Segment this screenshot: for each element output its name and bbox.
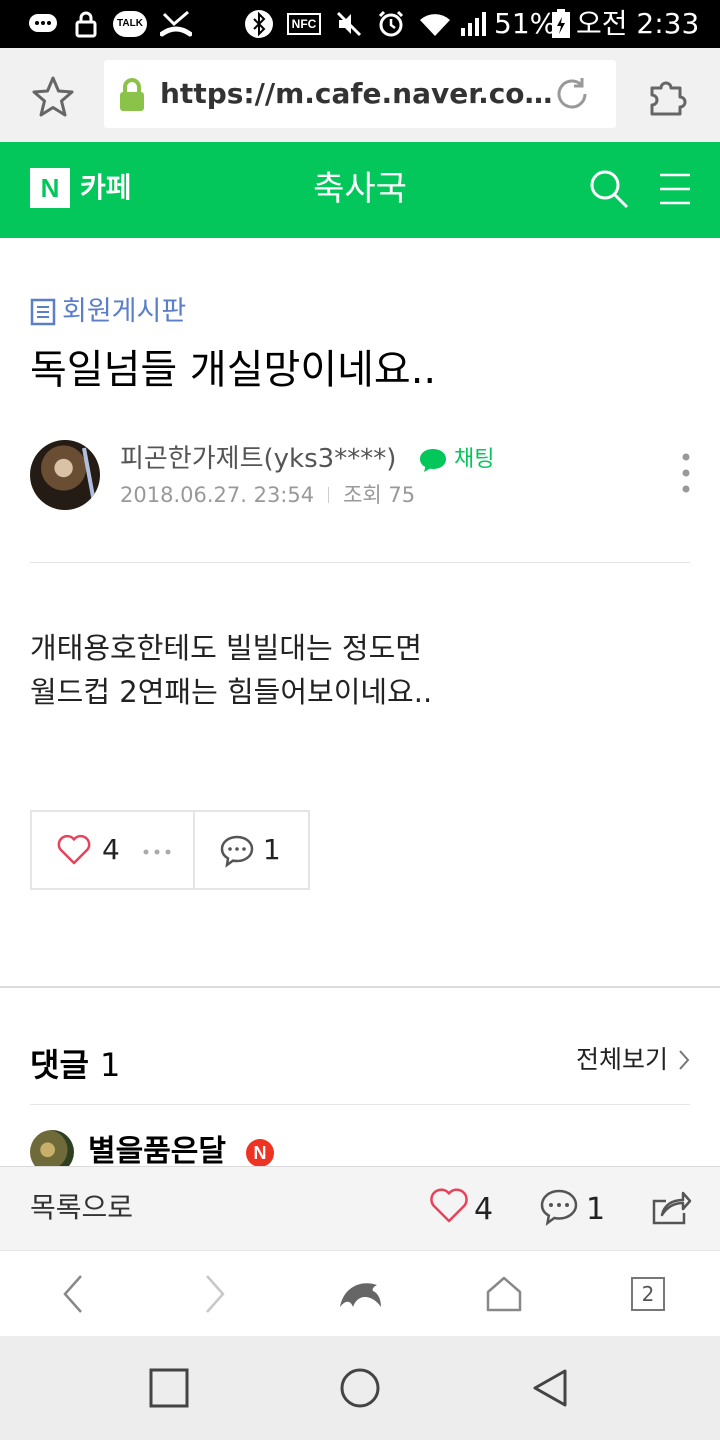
browser-nav-bar: 2 <box>0 1250 720 1336</box>
chevron-right-icon <box>679 1050 690 1070</box>
forward-arrow-icon[interactable] <box>198 1269 232 1319</box>
back-triangle-icon[interactable] <box>530 1364 570 1412</box>
view-all-label[interactable]: 전체보기 <box>576 1042 668 1078</box>
browser-toolbar: https://m.cafe.naver.co… <box>0 48 720 142</box>
author-name[interactable]: 피곤한가제트(yks3****) <box>120 442 396 476</box>
secure-lock-icon <box>118 78 146 112</box>
comment-icon <box>540 1189 578 1226</box>
heart-icon <box>430 1188 468 1223</box>
clock: 오전 2:33 <box>576 7 700 40</box>
status-bar: TALK NFC 51% 오전 2:33 <box>0 0 720 48</box>
wifi-icon <box>418 8 452 40</box>
chat-bubble-icon <box>28 8 58 40</box>
share-icon[interactable] <box>650 1187 692 1227</box>
lock-icon <box>72 8 100 40</box>
signal-icon <box>458 8 490 40</box>
comments-label: 댓글 <box>30 1046 89 1084</box>
post-body: 개태용호한테도 빌빌대는 정도면 월드컵 2연패는 힘들어보이네요.. <box>30 626 432 714</box>
battery-percent: 51% <box>494 7 557 40</box>
back-arrow-icon[interactable] <box>56 1269 90 1319</box>
post-body-line: 개태용호한테도 빌빌대는 정도면 <box>30 631 422 665</box>
board-name[interactable]: 회원게시판 <box>62 294 186 330</box>
missed-call-icon <box>160 8 192 40</box>
tab-count[interactable]: 2 <box>631 1277 665 1311</box>
section-divider <box>0 986 720 988</box>
nfc-icon: NFC <box>286 8 322 40</box>
mute-icon <box>334 8 364 40</box>
comment-button[interactable]: 1 <box>195 812 308 888</box>
board-link[interactable]: 회원게시판 <box>30 294 186 330</box>
url-text[interactable]: https://m.cafe.naver.co… <box>160 76 553 112</box>
chat-button[interactable]: 채팅 <box>418 444 494 476</box>
post-action-bar: 목록으로 4 1 <box>0 1166 720 1250</box>
board-list-icon <box>30 298 56 326</box>
author-avatar[interactable] <box>30 440 100 510</box>
comments-divider <box>30 1104 690 1105</box>
comments-heading: 댓글 1 <box>30 1044 120 1086</box>
comments-count: 1 <box>100 1046 121 1084</box>
like-action-button[interactable] <box>428 1187 470 1227</box>
heart-icon <box>57 834 91 865</box>
nfc-label: NFC <box>287 13 321 35</box>
post-title: 독일넘들 개실망이네요.. <box>30 347 437 393</box>
talk-icon: TALK <box>112 8 148 40</box>
reaction-box: 4 1 <box>30 810 310 890</box>
tabs-button[interactable]: 2 <box>630 1269 666 1319</box>
view-count: 조회 75 <box>343 483 416 507</box>
comment-action-button[interactable] <box>538 1187 580 1227</box>
home-icon[interactable] <box>484 1269 524 1319</box>
recent-apps-icon[interactable] <box>148 1364 190 1412</box>
search-icon[interactable] <box>588 168 630 210</box>
extension-puzzle-icon[interactable] <box>646 74 690 118</box>
like-more-icon[interactable] <box>142 848 172 856</box>
post-body-line: 월드컵 2연패는 힘들어보이네요.. <box>30 675 433 709</box>
action-like-count: 4 <box>474 1192 494 1227</box>
system-nav-bar <box>0 1336 720 1440</box>
chat-icon <box>420 449 446 472</box>
new-badge: N <box>246 1139 274 1167</box>
like-count: 4 <box>102 833 120 866</box>
battery-icon <box>550 8 572 40</box>
action-comment-count: 1 <box>586 1192 606 1227</box>
comment-icon <box>220 835 254 868</box>
back-to-list-button[interactable]: 목록으로 <box>30 1189 133 1227</box>
meta-separator <box>328 487 330 503</box>
menu-icon[interactable] <box>658 170 692 208</box>
post-date: 2018.06.27. 23:54 <box>120 483 315 507</box>
post-meta: 2018.06.27. 23:54 조회 75 <box>120 480 415 510</box>
bookmark-star-icon[interactable] <box>30 74 76 120</box>
reload-icon[interactable] <box>552 74 592 114</box>
chat-label[interactable]: 채팅 <box>454 444 494 476</box>
header-divider <box>30 562 690 563</box>
address-bar[interactable]: https://m.cafe.naver.co… <box>104 60 616 128</box>
like-button[interactable]: 4 <box>32 812 195 888</box>
cafe-header: N 카페 축사국 <box>0 142 720 238</box>
more-options-icon[interactable] <box>676 452 696 494</box>
view-all-comments[interactable]: 전체보기 <box>576 1042 690 1078</box>
dolphin-icon[interactable] <box>336 1269 384 1319</box>
home-circle-icon[interactable] <box>338 1364 382 1412</box>
talk-label: TALK <box>113 11 147 37</box>
bluetooth-icon <box>244 8 274 40</box>
comment-count: 1 <box>262 833 281 866</box>
alarm-icon <box>376 8 406 40</box>
